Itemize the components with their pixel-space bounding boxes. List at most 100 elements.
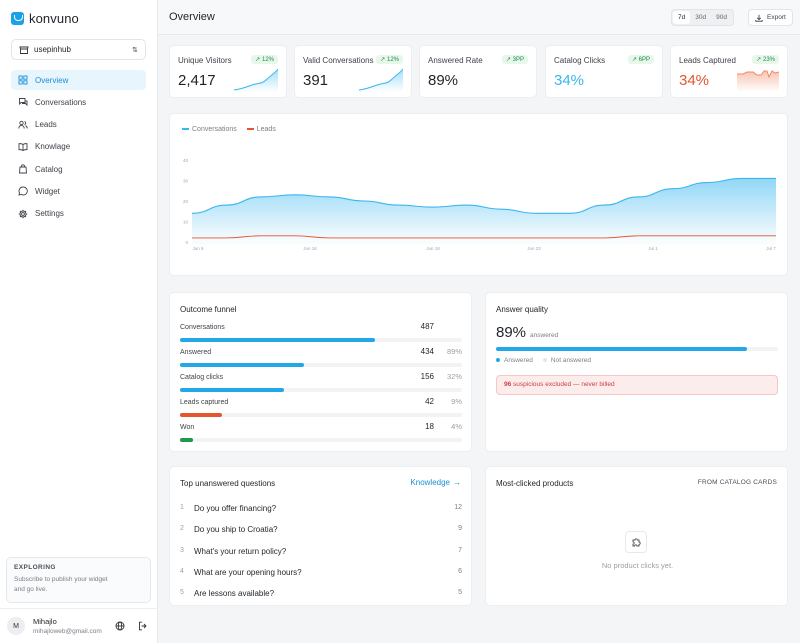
funnel-count: 18 bbox=[425, 422, 434, 431]
users-icon bbox=[18, 120, 28, 129]
question-count: 5 bbox=[458, 589, 462, 597]
sidebar-item-leads[interactable]: Leads bbox=[11, 115, 146, 135]
user-email: mihajloweb@gmail.com bbox=[33, 628, 102, 635]
funnel-label: Catalog clicks bbox=[180, 374, 224, 381]
kpi-delta-badge: ↗ 12% bbox=[376, 55, 403, 64]
funnel-bar-track bbox=[180, 338, 462, 342]
book-icon bbox=[18, 143, 28, 151]
sidebar-item-label: Catalog bbox=[35, 164, 63, 174]
quality-suffix: answered bbox=[530, 332, 559, 339]
user-name: Mihajlo bbox=[33, 617, 57, 626]
question-row[interactable]: 3 What's your return policy? 7 bbox=[180, 547, 462, 563]
question-row[interactable]: 5 Are lessons available? 5 bbox=[180, 589, 462, 605]
kpi-sparkline bbox=[737, 70, 779, 92]
kpi-answered-rate: Answered Rate ↗ 3PP 89% bbox=[419, 45, 537, 98]
range-option-7d[interactable]: 7d bbox=[673, 11, 691, 24]
sidebar-item-settings[interactable]: Settings bbox=[11, 204, 146, 224]
legend-answered: Answered bbox=[496, 357, 533, 364]
grid-icon bbox=[18, 75, 28, 85]
user-footer: M Mihajlo mihajloweb@gmail.com bbox=[0, 608, 158, 643]
sidebar-item-label: Conversations bbox=[35, 97, 87, 107]
funnel-bar-track bbox=[180, 363, 462, 367]
top-bar: Overview 7d 30d 90d Export bbox=[158, 0, 800, 35]
exploring-title: EXPLORING bbox=[14, 564, 56, 571]
funnel-percent: 89% bbox=[446, 347, 462, 356]
page-title: Overview bbox=[169, 11, 215, 23]
knowledge-link[interactable]: Knowledge → bbox=[410, 478, 461, 487]
funnel-bar-fill bbox=[180, 338, 375, 342]
kpi-label: Answered Rate bbox=[428, 56, 483, 65]
quality-progress-fill bbox=[496, 347, 747, 351]
app-name: konvuno bbox=[29, 11, 79, 26]
user-actions bbox=[115, 621, 148, 631]
funnel-label: Leads captured bbox=[180, 399, 229, 406]
kpi-value: 34% bbox=[679, 72, 710, 89]
x-tick-label: Jun 23 bbox=[527, 246, 541, 251]
card-title: Answer quality bbox=[496, 305, 549, 314]
workspace-select[interactable]: usepinhub ⇅ bbox=[11, 39, 146, 60]
sidebar-item-label: Overview bbox=[35, 75, 69, 85]
funnel-percent: 4% bbox=[451, 422, 462, 431]
question-row[interactable]: 2 Do you ship to Croatia? 9 bbox=[180, 525, 462, 541]
conversations-chart-card: Conversations Leads 0 10 20 30 40 Jun 8 Jun 16… bbox=[169, 113, 788, 276]
logo[interactable]: konvuno bbox=[11, 11, 79, 26]
question-row[interactable]: 4 What are your opening hours? 6 bbox=[180, 568, 462, 584]
sidebar-item-catalog[interactable]: Catalog bbox=[11, 159, 146, 179]
chat-icon bbox=[19, 98, 28, 107]
range-option-90d[interactable]: 90d bbox=[711, 11, 732, 24]
suspicious-alert: 96 suspicious excluded — never billed bbox=[496, 375, 778, 395]
y-tick-label: 10 bbox=[183, 220, 189, 225]
globe-icon[interactable] bbox=[115, 621, 125, 631]
question-text: Do you ship to Croatia? bbox=[194, 525, 278, 535]
kpi-delta-badge: ↗ 12% bbox=[251, 55, 278, 64]
x-tick-label: Jul 7 bbox=[766, 246, 776, 251]
workspace-name: usepinhub bbox=[34, 45, 71, 54]
logout-icon[interactable] bbox=[138, 621, 148, 631]
logo-icon bbox=[11, 12, 24, 25]
y-tick-label: 40 bbox=[183, 158, 189, 163]
question-row[interactable]: 1 Do you offer financing? 12 bbox=[180, 504, 462, 520]
download-icon bbox=[755, 14, 763, 22]
range-option-30d[interactable]: 30d bbox=[690, 11, 711, 24]
message-icon bbox=[18, 187, 28, 197]
funnel-label: Answered bbox=[180, 349, 212, 356]
sidebar-item-overview[interactable]: Overview bbox=[11, 70, 146, 90]
sidebar-item-label: Widget bbox=[35, 186, 60, 196]
series-area-conversations bbox=[192, 178, 776, 242]
alert-text: suspicious excluded — never billed bbox=[513, 381, 615, 388]
answer-quality-card: Answer quality 89% answered Answered Not… bbox=[485, 292, 788, 452]
link-label: Knowledge bbox=[410, 478, 450, 487]
funnel-row: Answered 434 89% bbox=[180, 347, 462, 367]
sidebar-item-conversations[interactable]: Conversations bbox=[11, 92, 146, 112]
sidebar-item-knowlage[interactable]: Knowlage bbox=[11, 137, 146, 157]
question-rank: 4 bbox=[180, 567, 184, 575]
sidebar-item-label: Leads bbox=[35, 120, 57, 130]
funnel-bar-track bbox=[180, 388, 462, 392]
sidebar: konvuno usepinhub ⇅ Overview Conversatio… bbox=[0, 0, 158, 643]
avatar[interactable]: M bbox=[7, 617, 25, 635]
kpi-label: Unique Visitors bbox=[178, 56, 232, 65]
funnel-bar-fill bbox=[180, 438, 193, 442]
funnel-count: 156 bbox=[420, 372, 434, 381]
x-tick-label: Jul 1 bbox=[648, 246, 658, 251]
funnel-row: Leads captured 42 9% bbox=[180, 397, 462, 417]
card-title: Most-clicked products bbox=[496, 479, 574, 488]
funnel-percent: 32% bbox=[446, 372, 462, 381]
x-tick-label: Jun 16 bbox=[303, 246, 317, 251]
funnel-bar-fill bbox=[180, 413, 223, 417]
kpi-value: 89% bbox=[428, 72, 459, 89]
kpi-label: Catalog Clicks bbox=[554, 56, 606, 65]
funnel-percent: 9% bbox=[451, 397, 462, 406]
bag-icon bbox=[19, 164, 27, 174]
quality-progress-track bbox=[496, 347, 778, 351]
export-button[interactable]: Export bbox=[748, 9, 793, 26]
question-count: 9 bbox=[458, 525, 462, 533]
card-title: Outcome funnel bbox=[180, 305, 237, 314]
export-label: Export bbox=[767, 14, 786, 21]
sidebar-item-widget[interactable]: Widget bbox=[11, 181, 146, 201]
store-icon bbox=[19, 46, 29, 54]
legend-label: Not answered bbox=[550, 357, 592, 364]
question-text: Do you offer financing? bbox=[194, 504, 277, 513]
question-count: 7 bbox=[458, 546, 462, 554]
exploring-callout[interactable]: EXPLORING Subscribe to publish your widg… bbox=[6, 557, 151, 603]
